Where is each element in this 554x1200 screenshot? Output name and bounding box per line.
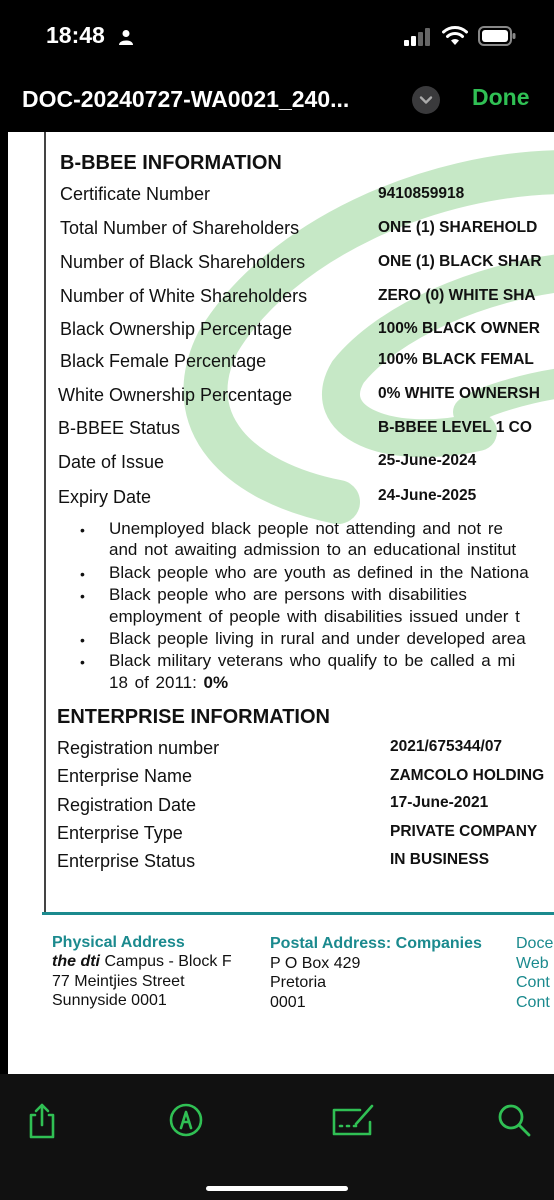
row-label: Black Female Percentage xyxy=(60,351,267,371)
postal-address-line3: 0001 xyxy=(270,994,306,1011)
bullet-text-last: 18 of 2011: 0% xyxy=(109,673,228,693)
status-time: 18:48 xyxy=(46,22,105,48)
bullet-marker: • xyxy=(80,566,85,582)
footer-link[interactable]: Doce xyxy=(516,935,553,953)
row-label: B-BBEE Status xyxy=(58,418,181,438)
home-indicator[interactable] xyxy=(206,1186,348,1191)
dti-brand: the dti xyxy=(52,953,100,970)
physical-address-line2: 77 Meintjies Street xyxy=(52,973,185,990)
done-button[interactable]: Done xyxy=(472,84,530,111)
bullet-value: 0% xyxy=(203,673,229,692)
footer-link[interactable]: Web xyxy=(516,955,549,973)
row-value: 17-June-2021 xyxy=(390,794,489,811)
row-label: Black Ownership Percentage xyxy=(60,319,293,339)
bullet-text: Black military veterans who qualify to b… xyxy=(109,651,516,670)
navigation-bar: DOC-20240727-WA0021_240... Done xyxy=(0,72,554,132)
row-value: PRIVATE COMPANY xyxy=(390,823,538,840)
row-label: Enterprise Name xyxy=(57,766,193,786)
row-value: 2021/675344/07 xyxy=(390,738,503,755)
physical-address-line1: Campus - Block F xyxy=(100,953,232,970)
row-value: ZAMCOLO HOLDING xyxy=(390,767,545,784)
enterprise-heading: ENTERPRISE INFORMATION xyxy=(57,706,330,728)
status-bar: 18:48 xyxy=(0,0,554,72)
document-page[interactable]: B-BBEE INFORMATION Certificate Number 94… xyxy=(8,132,554,1074)
row-label: Certificate Number xyxy=(60,184,211,204)
row-label: Registration number xyxy=(57,738,220,758)
person-icon xyxy=(119,30,133,45)
footer-divider xyxy=(42,912,554,915)
bullet-marker: • xyxy=(80,522,85,538)
physical-address-line3: Sunnyside 0001 xyxy=(52,992,167,1009)
bullet-text: Black people living in rural and under d… xyxy=(109,629,526,648)
row-value: ONE (1) SHAREHOLD xyxy=(378,219,538,236)
battery-icon xyxy=(478,26,516,46)
bbbee-heading: B-BBEE INFORMATION xyxy=(60,152,282,174)
chevron-down-icon xyxy=(419,96,433,104)
bottom-toolbar xyxy=(0,1074,554,1200)
row-value: ONE (1) BLACK SHAR xyxy=(378,253,542,270)
signature-icon[interactable] xyxy=(330,1100,376,1140)
row-value: ZERO (0) WHITE SHA xyxy=(378,287,536,304)
signal-icon xyxy=(404,28,430,46)
row-value: 24-June-2025 xyxy=(378,487,477,504)
row-label: Registration Date xyxy=(57,795,197,815)
postal-address-heading: Postal Address: Companies xyxy=(270,935,482,952)
bullet-text: and not awaiting admission to an educati… xyxy=(109,540,517,559)
bullet-marker: • xyxy=(80,654,85,670)
row-label: Total Number of Shareholders xyxy=(60,218,300,238)
title-menu-button[interactable] xyxy=(412,86,440,114)
row-label: Date of Issue xyxy=(58,452,165,472)
row-label: Number of Black Shareholders xyxy=(60,252,306,272)
row-label: White Ownership Percentage xyxy=(58,385,293,405)
row-value: 25-June-2024 xyxy=(378,452,477,469)
search-icon[interactable] xyxy=(494,1100,534,1140)
row-label: Number of White Shareholders xyxy=(60,286,308,306)
row-value: 100% BLACK FEMAL xyxy=(378,351,534,368)
row-value: B-BBEE LEVEL 1 CO xyxy=(378,419,532,436)
physical-address-heading: Physical Address xyxy=(52,934,185,951)
row-value: 9410859918 xyxy=(378,185,465,202)
postal-address-line2: Pretoria xyxy=(270,974,327,991)
row-label: Enterprise Status xyxy=(57,851,196,871)
wifi-icon xyxy=(442,26,468,45)
bullet-text: Black people who are persons with disabi… xyxy=(109,585,467,604)
row-label: Expiry Date xyxy=(58,487,152,507)
share-icon[interactable] xyxy=(22,1100,62,1140)
bullet-marker: • xyxy=(80,588,85,604)
bullet-text: Unemployed black people not attending an… xyxy=(109,519,503,538)
postal-address-line1: P O Box 429 xyxy=(270,955,361,972)
footer-link[interactable]: Cont xyxy=(516,974,550,992)
markup-icon[interactable] xyxy=(166,1100,206,1140)
bullet-text: Black people who are youth as defined in… xyxy=(109,563,529,582)
bullet-text-prefix: 18 of 2011: xyxy=(109,673,204,692)
row-value: 0% WHITE OWNERSH xyxy=(378,385,540,402)
row-label: Enterprise Type xyxy=(57,823,183,843)
bullet-marker: • xyxy=(80,632,85,648)
footer-link[interactable]: Cont xyxy=(516,994,550,1012)
physical-address-line: the dti Campus - Block F xyxy=(52,953,232,971)
row-value: 100% BLACK OWNER xyxy=(378,320,540,337)
row-value: IN BUSINESS xyxy=(390,851,490,868)
document-title[interactable]: DOC-20240727-WA0021_240... xyxy=(22,86,394,113)
bullet-text: employment of people with disabilities i… xyxy=(109,607,520,626)
